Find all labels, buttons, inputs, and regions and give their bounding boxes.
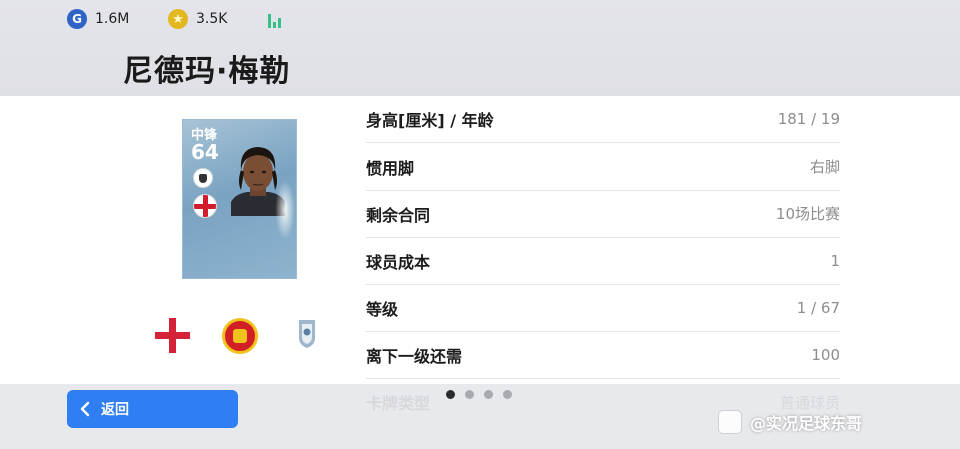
coin-balance: ★ 3.5K xyxy=(168,9,227,29)
player-card[interactable]: 中锋 64 xyxy=(182,119,297,279)
page-title: 尼德玛·梅勒 xyxy=(123,54,291,89)
page-dot-1[interactable] xyxy=(446,390,455,399)
stat-label: 球员成本 xyxy=(366,252,431,272)
stat-value: 右脚 xyxy=(809,158,840,176)
watermark-text: @实况足球东哥 xyxy=(750,414,863,433)
stat-value: 181 / 19 xyxy=(777,109,840,128)
stat-value: 1 / 67 xyxy=(796,298,840,317)
watermark: @实况足球东哥 xyxy=(718,410,862,434)
club-crest-icon xyxy=(222,318,258,354)
chevron-left-icon xyxy=(80,401,90,417)
stat-row-height-age: 身高[厘米] / 年龄 181 / 19 xyxy=(366,95,840,143)
league-logo-icon xyxy=(299,320,315,348)
stat-row-cost: 球员成本 1 xyxy=(366,237,840,285)
stat-row-foot: 惯用脚 右脚 xyxy=(366,143,840,191)
stat-label: 等级 xyxy=(366,299,399,319)
england-flag-icon xyxy=(193,194,217,218)
stat-label: 剩余合同 xyxy=(366,205,431,225)
stat-label: 惯用脚 xyxy=(366,158,415,178)
page-dot-4[interactable] xyxy=(503,390,512,399)
stat-value: 100 xyxy=(811,345,840,364)
stat-row-contract: 剩余合同 10场比赛 xyxy=(366,190,840,238)
stat-value: 1 xyxy=(830,251,840,270)
stat-label: 身高[厘米] / 年龄 xyxy=(366,110,494,130)
stat-value: 10场比赛 xyxy=(775,205,840,223)
back-label: 返回 xyxy=(101,402,129,418)
stat-label: 卡牌类型 xyxy=(366,394,431,413)
nationality-flag-icon-vertical xyxy=(169,318,176,353)
page-dot-2[interactable] xyxy=(465,390,474,399)
page-dot-3[interactable] xyxy=(484,390,493,399)
gp-icon: G xyxy=(67,9,87,29)
signal-icon xyxy=(268,10,286,28)
gp-balance: G 1.6M xyxy=(67,9,129,29)
club-badge-icon xyxy=(193,168,213,188)
stat-row-next-level: 离下一级还需 100 xyxy=(366,331,840,379)
stat-label: 离下一级还需 xyxy=(366,346,463,366)
back-button[interactable]: 返回 xyxy=(67,390,238,428)
coin-value: 3.5K xyxy=(196,11,228,27)
card-glow xyxy=(275,180,295,240)
gp-value: 1.6M xyxy=(95,11,130,27)
card-rating: 64 xyxy=(191,140,219,164)
watermark-logo-icon xyxy=(718,410,742,434)
stat-row-level: 等级 1 / 67 xyxy=(366,284,840,332)
page-indicator[interactable] xyxy=(446,390,512,399)
star-coin-icon: ★ xyxy=(168,9,188,29)
